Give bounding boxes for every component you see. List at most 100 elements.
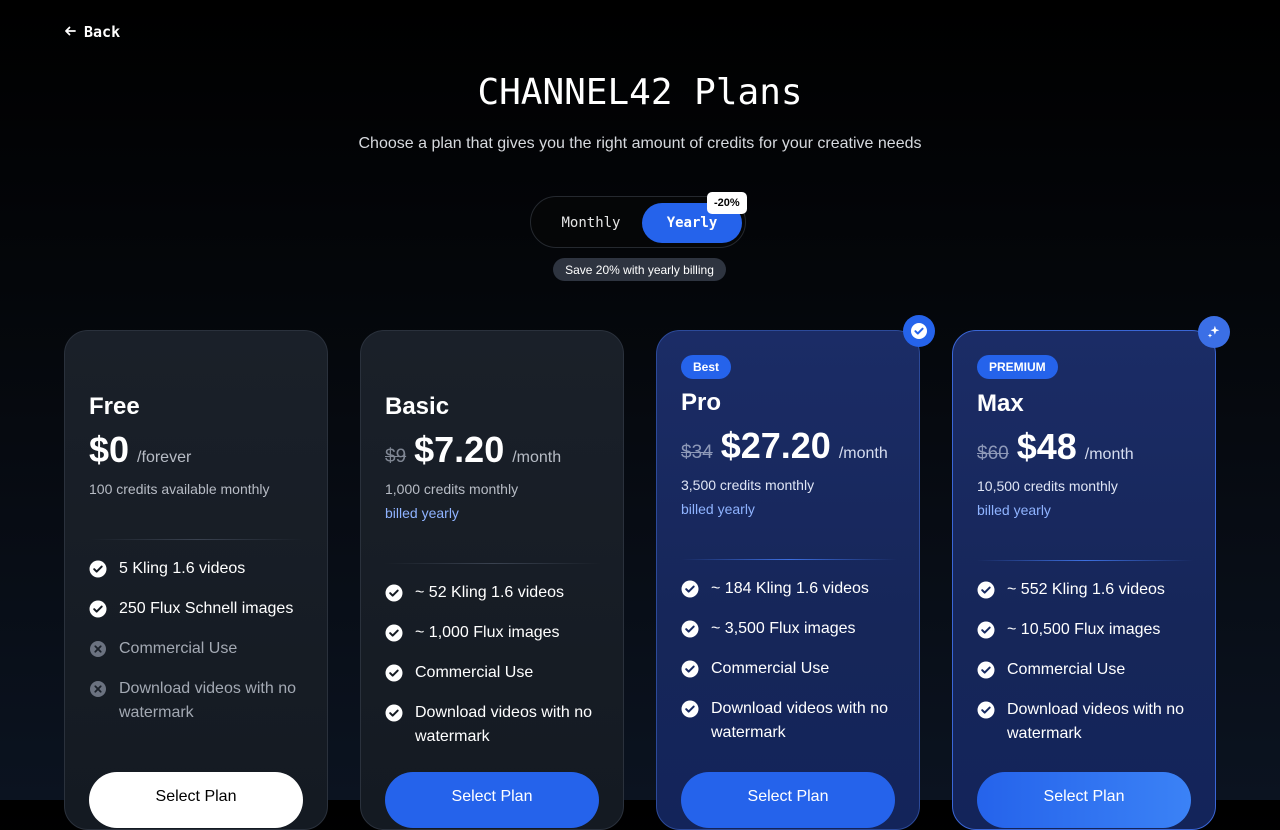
feature-text: ~ 3,500 Flux images (711, 620, 856, 637)
plan-name: Pro (681, 389, 722, 416)
check-circle-icon (681, 700, 699, 718)
feature-item: Download videos with no watermark (681, 697, 901, 745)
plan-billed: billed yearly (385, 505, 459, 521)
select-plan-button[interactable]: Select Plan (385, 772, 599, 828)
check-circle-icon (681, 580, 699, 598)
feature-item: Download videos with no watermark (89, 677, 309, 725)
x-circle-icon (89, 640, 107, 658)
plan-card-max: PREMIUM Max $60 $48 /month 10,500 credit… (952, 330, 1216, 830)
toggle-monthly[interactable]: Monthly (541, 203, 641, 243)
plan-credits: 100 credits available monthly (89, 481, 270, 497)
feature-item: Commercial Use (385, 661, 605, 685)
check-circle-icon (385, 624, 403, 642)
plan-billed: billed yearly (681, 501, 755, 517)
divider (89, 539, 305, 540)
feature-item: Commercial Use (89, 637, 309, 661)
select-plan-button[interactable]: Select Plan (89, 772, 303, 828)
x-circle-icon (89, 680, 107, 698)
price-row: $9 $7.20 /month (385, 429, 561, 471)
plan-credits: 3,500 credits monthly (681, 477, 815, 493)
best-badge: Best (681, 355, 732, 379)
plan-period: /month (838, 445, 888, 462)
check-circle-icon (89, 600, 107, 618)
arrow-left-icon (64, 23, 76, 41)
page-title: CHANNEL42 Plans (477, 72, 803, 113)
feature-list: 5 Kling 1.6 videos 250 Flux Schnell imag… (89, 557, 309, 741)
plan-price: $0 (89, 429, 130, 470)
check-circle-icon (977, 581, 995, 599)
plan-credits: 1,000 credits monthly (385, 481, 519, 497)
feature-text: Commercial Use (1007, 661, 1126, 678)
feature-list: ~ 552 Kling 1.6 videos ~ 10,500 Flux ima… (977, 578, 1197, 762)
feature-item: Download videos with no watermark (977, 698, 1197, 746)
plan-old-price: $60 (977, 443, 1009, 464)
feature-text: ~ 52 Kling 1.6 videos (415, 584, 564, 601)
check-circle-icon (681, 620, 699, 638)
feature-text: Download videos with no watermark (711, 700, 888, 741)
save-note: Save 20% with yearly billing (553, 258, 726, 281)
feature-item: ~ 3,500 Flux images (681, 617, 901, 641)
feature-item: 250 Flux Schnell images (89, 597, 309, 621)
feature-text: Commercial Use (119, 640, 238, 657)
feature-item: ~ 184 Kling 1.6 videos (681, 577, 901, 601)
feature-text: ~ 1,000 Flux images (415, 624, 560, 641)
divider (385, 563, 601, 564)
divider (681, 559, 897, 560)
feature-text: ~ 10,500 Flux images (1007, 621, 1161, 638)
price-row: $60 $48 /month (977, 426, 1134, 468)
feature-text: ~ 184 Kling 1.6 videos (711, 580, 869, 597)
check-badge-icon (903, 315, 935, 347)
feature-item: Download videos with no watermark (385, 701, 605, 749)
feature-item: ~ 1,000 Flux images (385, 621, 605, 645)
sparkles-icon (1198, 316, 1230, 348)
check-circle-icon (89, 560, 107, 578)
back-label: Back (84, 23, 121, 41)
check-circle-icon (681, 660, 699, 678)
plan-price: $27.20 (720, 425, 831, 466)
feature-text: 250 Flux Schnell images (119, 600, 294, 617)
feature-item: Commercial Use (681, 657, 901, 681)
check-circle-icon (385, 704, 403, 722)
back-button[interactable]: Back (64, 22, 120, 42)
feature-item: ~ 52 Kling 1.6 videos (385, 581, 605, 605)
check-circle-icon (977, 621, 995, 639)
plan-card-basic: Basic $9 $7.20 /month 1,000 credits mont… (360, 330, 624, 830)
feature-text: ~ 552 Kling 1.6 videos (1007, 581, 1165, 598)
feature-item: ~ 552 Kling 1.6 videos (977, 578, 1197, 602)
feature-text: Download videos with no watermark (119, 680, 296, 721)
divider (977, 560, 1193, 561)
feature-list: ~ 184 Kling 1.6 videos ~ 3,500 Flux imag… (681, 577, 901, 761)
plan-credits: 10,500 credits monthly (977, 478, 1118, 494)
plan-old-price: $9 (385, 446, 407, 467)
price-row: $34 $27.20 /month (681, 425, 888, 467)
feature-list: ~ 52 Kling 1.6 videos ~ 1,000 Flux image… (385, 581, 605, 765)
plan-period: /month (1084, 446, 1134, 463)
check-circle-icon (385, 584, 403, 602)
plan-card-pro: Best Pro $34 $27.20 /month 3,500 credits… (656, 330, 920, 830)
select-plan-button[interactable]: Select Plan (977, 772, 1191, 828)
feature-item: 5 Kling 1.6 videos (89, 557, 309, 581)
plan-period: /month (512, 449, 562, 466)
select-plan-button[interactable]: Select Plan (681, 772, 895, 828)
price-row: $0 /forever (89, 429, 191, 471)
page-subtitle: Choose a plan that gives you the right a… (358, 135, 922, 152)
feature-item: Commercial Use (977, 658, 1197, 682)
discount-badge: -20% (707, 192, 747, 214)
plan-old-price: $34 (681, 442, 713, 463)
feature-item: ~ 10,500 Flux images (977, 618, 1197, 642)
check-circle-icon (977, 701, 995, 719)
plan-price: $48 (1016, 426, 1077, 467)
plan-card-free: Free $0 /forever 100 credits available m… (64, 330, 328, 830)
plan-period: /forever (137, 449, 192, 466)
feature-text: Commercial Use (711, 660, 830, 677)
premium-badge: PREMIUM (977, 355, 1058, 379)
plan-name: Basic (385, 393, 450, 420)
feature-text: Download videos with no watermark (1007, 701, 1184, 742)
plan-name: Max (977, 390, 1024, 417)
plan-name: Free (89, 393, 140, 420)
plan-price: $7.20 (414, 429, 505, 470)
plan-billed: billed yearly (977, 502, 1051, 518)
feature-text: Commercial Use (415, 664, 534, 681)
feature-text: Download videos with no watermark (415, 704, 592, 745)
check-circle-icon (977, 661, 995, 679)
